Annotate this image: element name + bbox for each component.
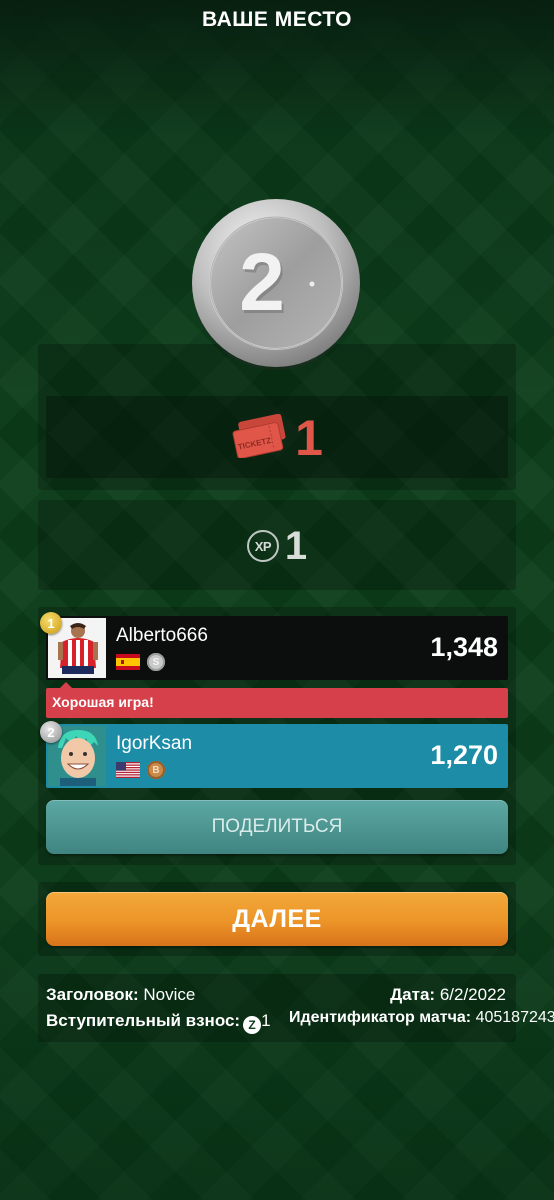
match-title-label: Заголовок: [46,985,139,1004]
tickets-value: 1 [295,410,323,466]
ticketz-icon: TICKETZ [231,413,289,463]
match-date: Дата: 6/2/2022 [390,985,506,1005]
match-id: Идентификатор матча: 405187243 [289,1009,554,1027]
share-button[interactable]: ПОДЕЛИТЬСЯ [46,800,508,854]
xp-value: 1 [284,524,308,568]
bronze-level-icon: B [147,761,165,779]
player-row-1[interactable]: Alberto666 S 1,348 [46,616,508,680]
xp-reward: XP 1 [46,508,508,584]
svg-text:2: 2 [239,237,285,328]
player-name-1: Alberto666 [116,625,208,646]
usa-flag-icon [116,762,140,778]
player-name-2: IgorKsan [116,733,193,754]
match-date-label: Дата: [390,985,436,1004]
silver-medal-icon: 2 2 [190,192,362,380]
player-row-2[interactable]: IgorKsan B 1,270 [46,724,508,788]
match-id-label: Идентификатор матча: [289,1009,472,1026]
entry-fee-label: Вступительный взнос: [46,1011,241,1030]
silver-level-icon: S [147,653,165,671]
match-date-value: 6/2/2022 [439,985,506,1004]
match-title: Заголовок: Novice [46,985,195,1005]
player-score-2: 1,270 [430,740,498,770]
chat-message: Хорошая игра! [52,694,154,710]
place-badge-1: 1 [40,612,62,634]
page-title: ВАШЕ МЕСТО [201,8,352,31]
tickets-reward: TICKETZ 1 [46,398,508,478]
place-badge-2: 2 [40,721,62,743]
z-coin-icon: Z [243,1016,262,1034]
player-score-1: 1,348 [430,632,498,662]
entry-fee-value: 1 [261,1011,271,1030]
next-button[interactable]: ДАЛЕЕ [46,892,508,946]
xp-icon: XP [246,530,279,562]
spain-flag-icon [116,654,140,670]
chat-bubble: Хорошая игра! [46,682,508,718]
entry-fee: Вступительный взнос: Z 1 [46,1011,271,1034]
match-title-value: Novice [143,985,196,1004]
match-id-value: 405187243 [475,1009,554,1026]
